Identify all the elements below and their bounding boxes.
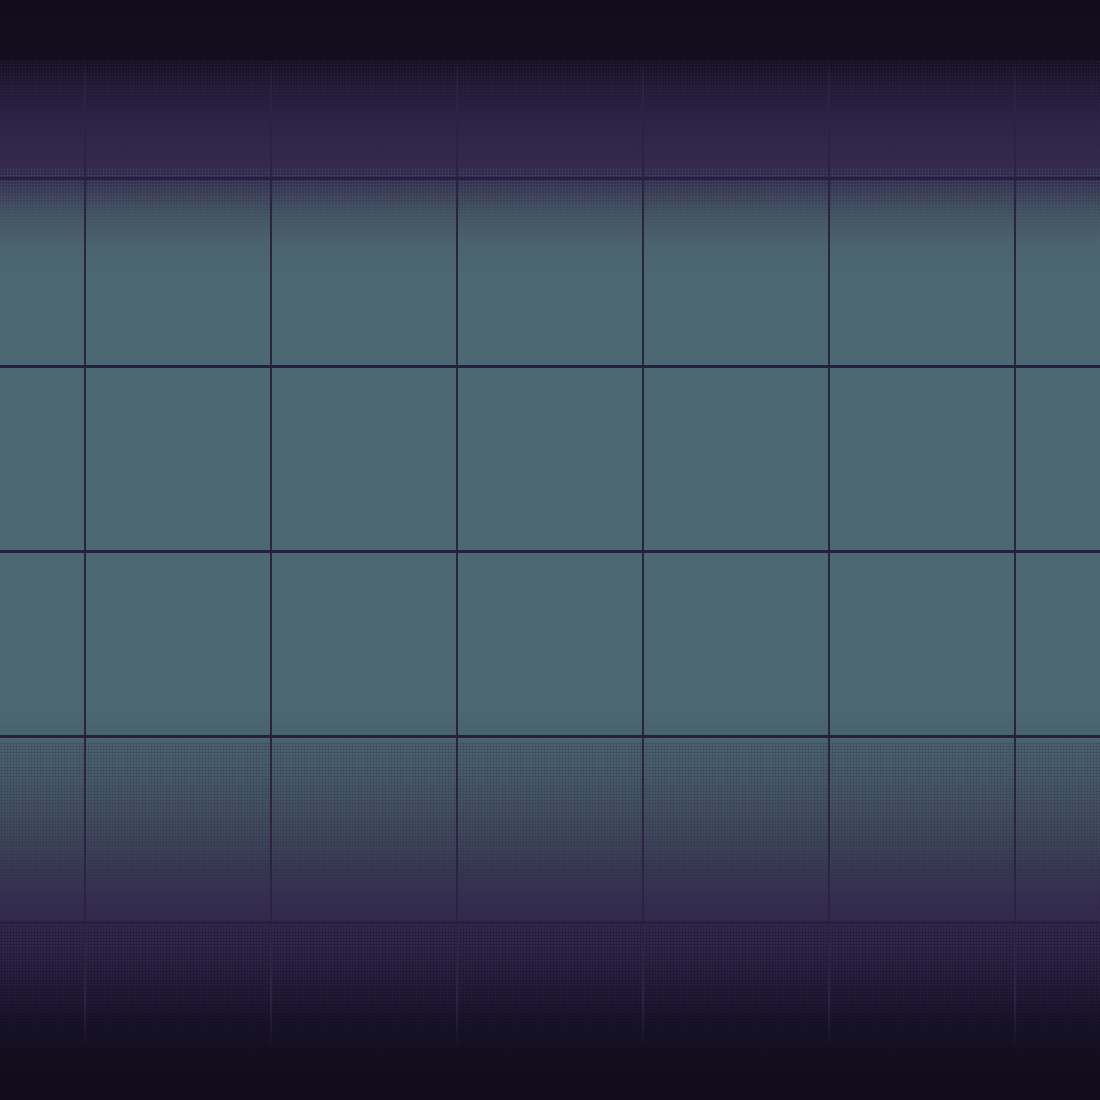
column-divider: [456, 0, 458, 1100]
grid-background: [0, 0, 1100, 1100]
row-divider: [0, 550, 1100, 553]
row-divider: [0, 177, 1100, 180]
column-divider: [270, 0, 272, 1100]
row-divider: [0, 365, 1100, 368]
grid-lines-layer: [0, 0, 1100, 1100]
row-divider: [0, 735, 1100, 738]
column-divider: [642, 0, 644, 1100]
column-divider: [1014, 0, 1016, 1100]
row-divider: [0, 921, 1100, 924]
column-divider: [84, 0, 86, 1100]
column-divider: [828, 0, 830, 1100]
